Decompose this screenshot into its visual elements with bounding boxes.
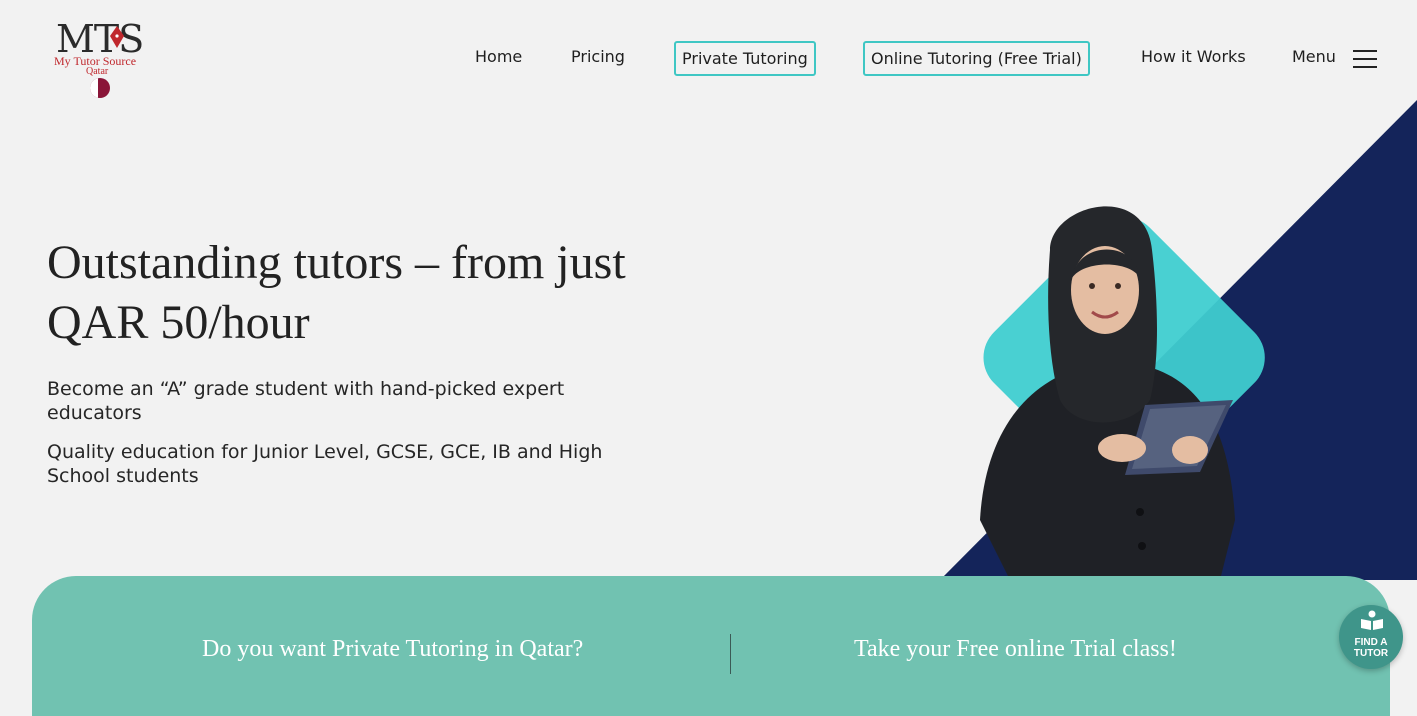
book-reader-icon [1361,610,1383,630]
cta-band: Do you want Private Tutoring in Qatar? T… [32,576,1390,716]
pen-nib-icon [110,26,124,48]
nav-pricing[interactable]: Pricing [571,47,625,66]
hero-title: Outstanding tutors – from just QAR 50/ho… [47,236,626,349]
hero-subtitle-1: Become an “A” grade student with hand-pi… [47,378,565,424]
find-tutor-button[interactable]: FIND A TUTOR [1339,605,1403,669]
hero-illustration [940,100,1417,580]
nav-how-it-works[interactable]: How it Works [1141,47,1246,66]
site-header: MTS My Tutor Source Qatar Home Pricing P… [0,0,1417,110]
nav-online-tutoring[interactable]: Online Tutoring (Free Trial) [863,41,1090,76]
cta-private-tutoring[interactable]: Do you want Private Tutoring in Qatar? [202,636,583,663]
cta-divider [730,634,731,674]
nav-menu-label[interactable]: Menu [1292,47,1336,66]
cta-free-trial[interactable]: Take your Free online Trial class! [854,636,1177,663]
logo-region: Qatar [86,66,109,77]
nav-private-tutoring[interactable]: Private Tutoring [674,41,816,76]
find-tutor-label: FIND A TUTOR [1353,637,1389,659]
nav-home[interactable]: Home [475,47,522,66]
site-logo[interactable]: MTS My Tutor Source Qatar [52,18,148,102]
qatar-flag-icon [90,78,110,98]
hamburger-icon[interactable] [1353,50,1377,68]
hero-subtitle-2: Quality education for Junior Level, GCSE… [47,441,603,487]
